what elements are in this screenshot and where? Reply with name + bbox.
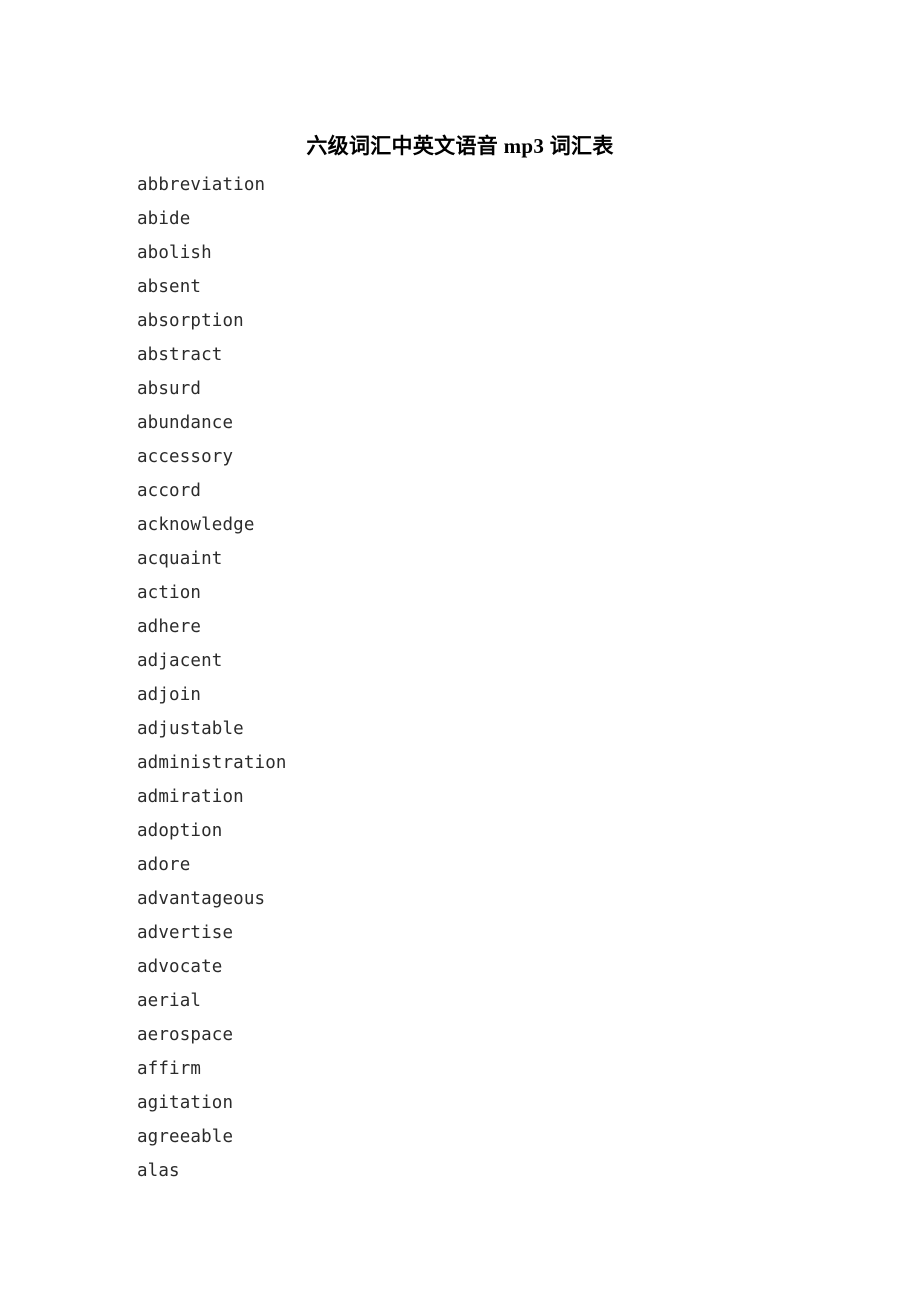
list-item: advertise xyxy=(137,923,234,943)
list-item: agreeable xyxy=(137,1127,234,1147)
list-item: abolish xyxy=(137,243,212,263)
list-item: adjacent xyxy=(137,651,223,671)
list-item: adjoin xyxy=(137,685,202,705)
list-item: abundance xyxy=(137,413,234,433)
list-item: absurd xyxy=(137,379,202,399)
list-item: absent xyxy=(137,277,202,297)
list-item: adjustable xyxy=(137,719,244,739)
list-item: aerospace xyxy=(137,1025,234,1045)
vocabulary-word-list: abbreviation abide abolish absent absorp… xyxy=(137,168,657,1188)
list-item: accessory xyxy=(137,447,234,467)
list-item: acquaint xyxy=(137,549,223,569)
list-item: abide xyxy=(137,209,191,229)
list-item: administration xyxy=(137,753,287,773)
list-item: abstract xyxy=(137,345,223,365)
list-item: accord xyxy=(137,481,202,501)
list-item: adore xyxy=(137,855,191,875)
list-item: absorption xyxy=(137,311,244,331)
list-item: alas xyxy=(137,1161,180,1181)
list-item: agitation xyxy=(137,1093,234,1113)
document-page: 六级词汇中英文语音 mp3 词汇表 abbreviation abide abo… xyxy=(0,0,920,1302)
page-title: 六级词汇中英文语音 mp3 词汇表 xyxy=(306,134,614,159)
list-item: advantageous xyxy=(137,889,266,909)
list-item: adoption xyxy=(137,821,223,841)
list-item: adhere xyxy=(137,617,202,637)
list-item: aerial xyxy=(137,991,202,1011)
list-item: acknowledge xyxy=(137,515,255,535)
list-item: affirm xyxy=(137,1059,202,1079)
list-item: admiration xyxy=(137,787,244,807)
list-item: action xyxy=(137,583,202,603)
list-item: abbreviation xyxy=(137,175,266,195)
list-item: advocate xyxy=(137,957,223,977)
